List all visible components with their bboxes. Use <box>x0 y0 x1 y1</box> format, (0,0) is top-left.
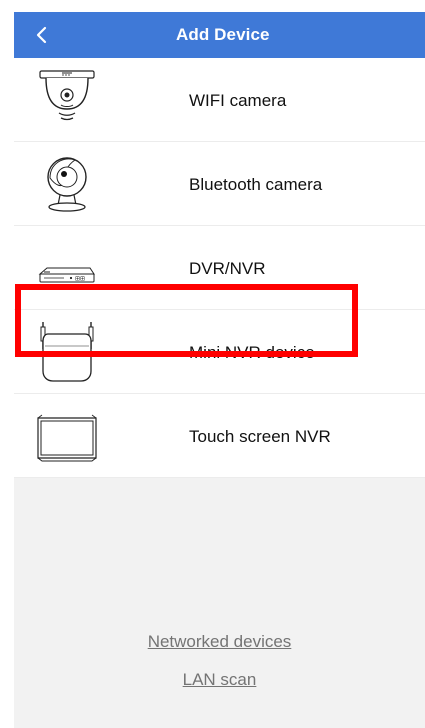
device-item-mini-nvr-device[interactable]: Mini NVR device <box>14 310 425 394</box>
device-label-mini-nvr-device: Mini NVR device <box>189 343 315 362</box>
device-item-dvr-nvr[interactable]: ⊞⊞ DVR/NVR <box>14 226 425 310</box>
bluetooth-camera-icon <box>47 157 87 212</box>
device-item-bluetooth-camera[interactable]: Bluetooth camera <box>14 142 425 226</box>
dome-camera-icon <box>39 70 95 121</box>
device-label-touch-screen-nvr: Touch screen NVR <box>189 427 331 446</box>
page-title: Add Device <box>176 25 270 44</box>
networked-devices-link[interactable]: Networked devices <box>130 632 310 652</box>
screen: Add Device WIFI camera Bluetooth camera … <box>0 0 425 728</box>
device-type-list: WIFI camera Bluetooth camera ⊞⊞ DVR/NVR … <box>14 58 425 478</box>
device-item-wifi-camera[interactable]: WIFI camera <box>14 58 425 142</box>
touch-screen-nvr-icon <box>37 414 97 462</box>
dvr-icon: ⊞⊞ <box>38 267 95 283</box>
lan-scan-link[interactable]: LAN scan <box>130 670 310 690</box>
bottom-links: Networked devices LAN scan <box>14 632 425 708</box>
chevron-left-icon <box>36 26 47 44</box>
svg-text:⊞⊞: ⊞⊞ <box>75 276 85 283</box>
top-navigation-bar: Add Device <box>14 12 425 58</box>
back-button[interactable] <box>26 18 60 52</box>
device-item-touch-screen-nvr[interactable]: Touch screen NVR <box>14 394 425 478</box>
device-label-dvr-nvr: DVR/NVR <box>189 259 266 278</box>
mini-nvr-icon <box>40 322 94 382</box>
device-label-wifi-camera: WIFI camera <box>189 91 287 110</box>
add-device-screen: Add Device WIFI camera Bluetooth camera … <box>14 12 425 728</box>
device-label-bluetooth-camera: Bluetooth camera <box>189 175 323 194</box>
